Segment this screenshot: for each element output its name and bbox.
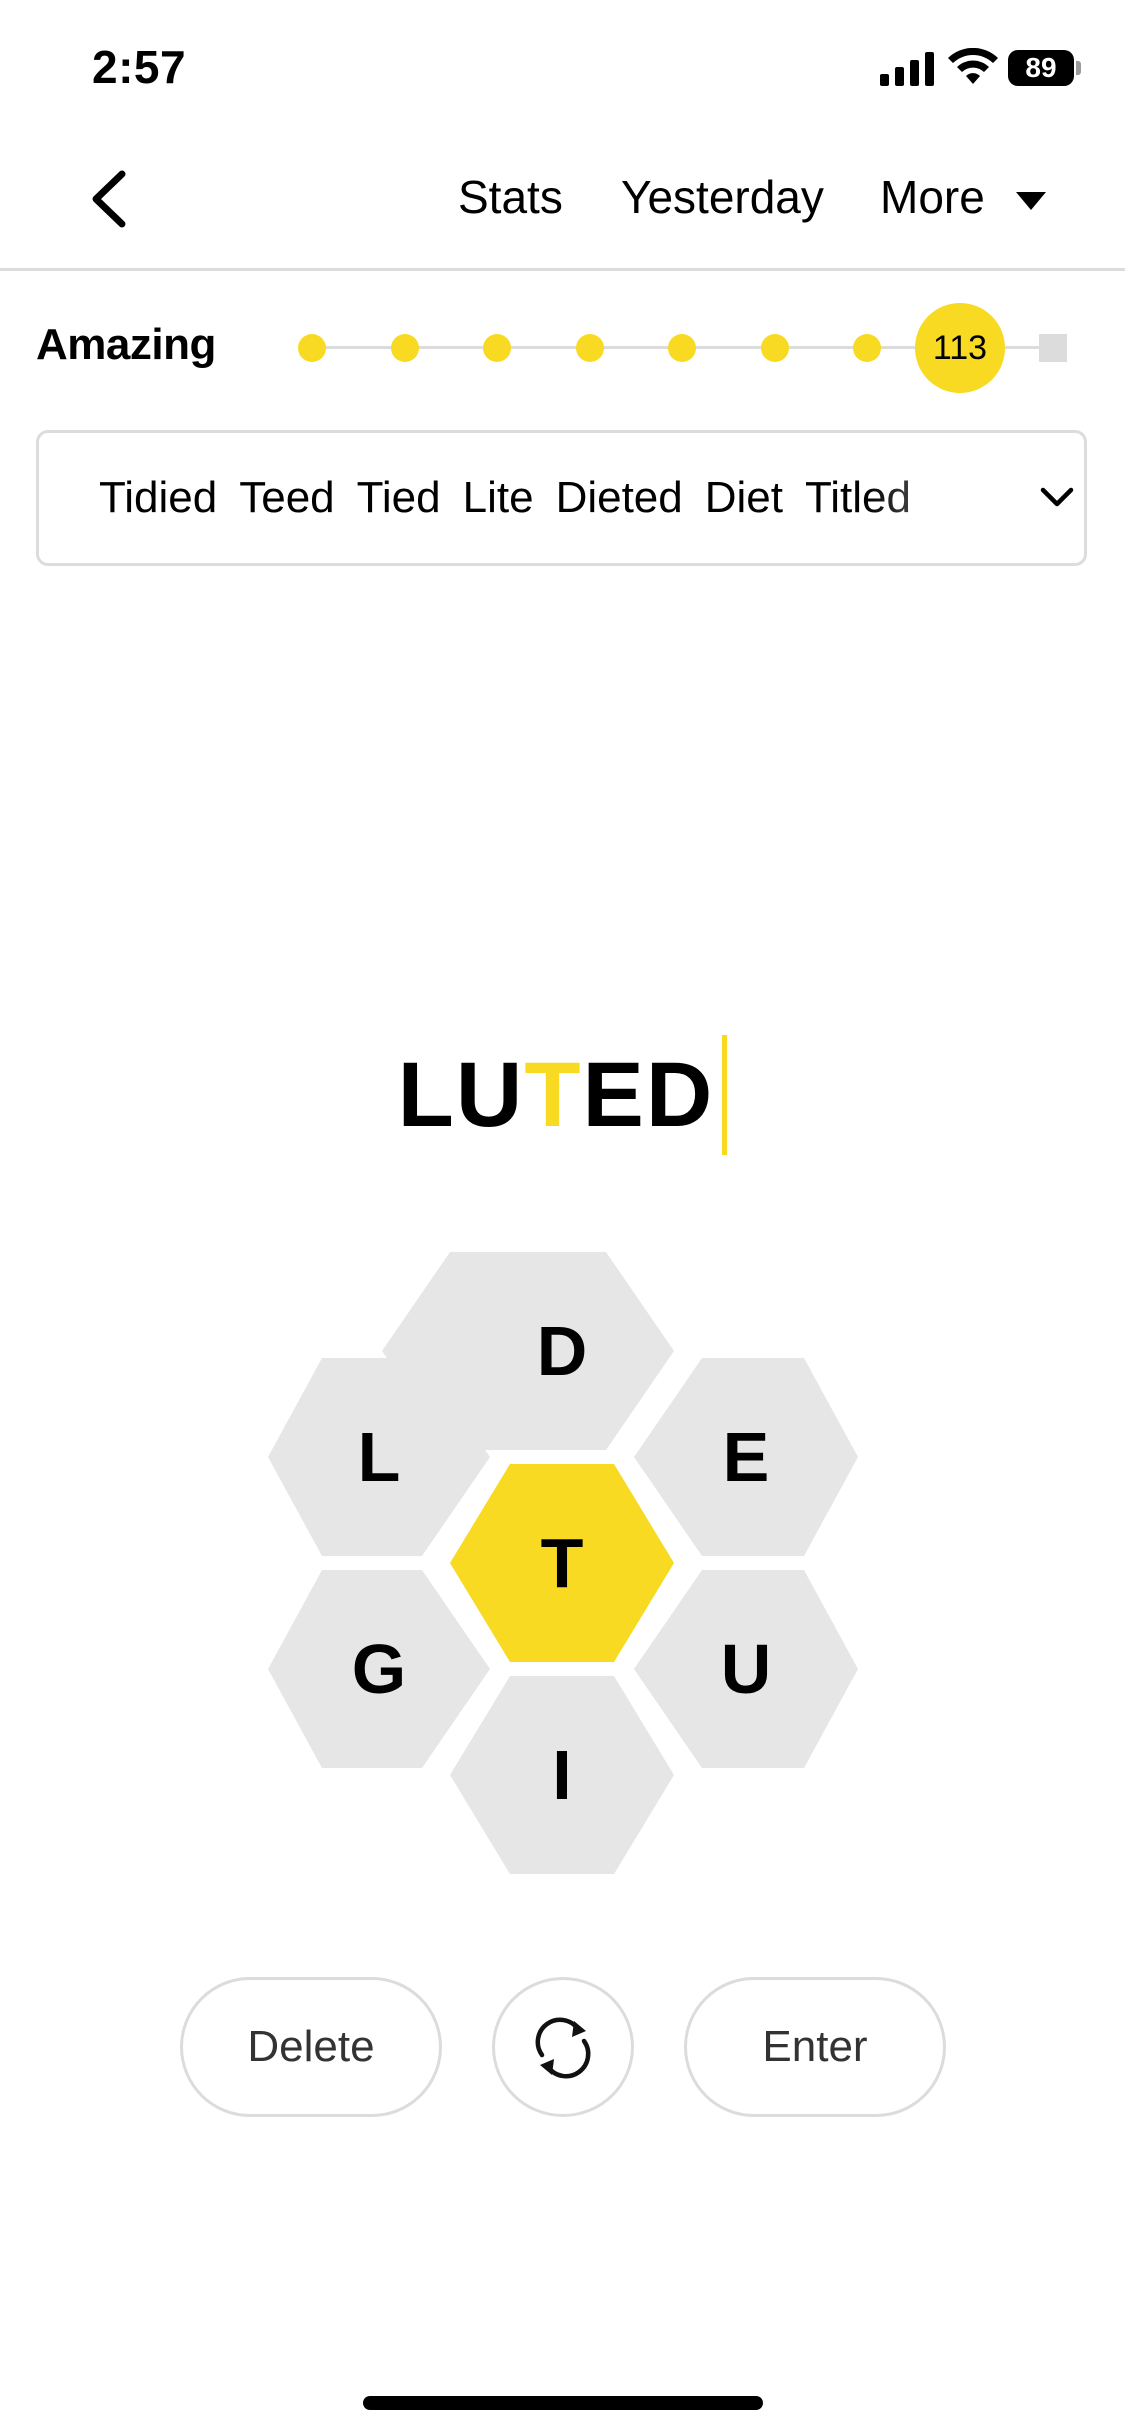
hive-letter-center: T [541, 1524, 584, 1602]
shuffle-button[interactable] [492, 1977, 634, 2117]
current-word: LUTED [0, 1035, 1125, 1155]
progress-dot [575, 334, 604, 362]
rank-label[interactable]: Amazing [36, 320, 216, 370]
genius-marker [1039, 334, 1067, 362]
stats-link[interactable]: Stats [458, 170, 563, 224]
hive-letter-lower-left: G [352, 1630, 406, 1708]
found-word: Diet [704, 473, 783, 522]
battery-tip [1076, 61, 1081, 75]
hive-letter-lower-right: U [721, 1630, 772, 1708]
progress-dot [668, 334, 696, 362]
progress-dot [483, 334, 511, 362]
yesterday-link[interactable]: Yesterday [621, 170, 824, 224]
wifi-icon [948, 48, 998, 84]
hive-letter-bottom: I [552, 1736, 571, 1814]
enter-button[interactable]: Enter [684, 1977, 946, 2117]
battery-level: 89 [1008, 50, 1074, 86]
found-word: Teed [239, 473, 335, 522]
battery-indicator: 89 [1008, 50, 1081, 86]
found-word: Tidied [99, 473, 218, 522]
hive-cell-bottom[interactable]: I [450, 1676, 674, 1874]
progress-dot [298, 334, 326, 362]
cellular-signal-icon [880, 52, 934, 86]
found-word: Titled [805, 473, 911, 522]
hive-letter-upper-left: L [358, 1418, 401, 1496]
more-menu-button[interactable]: More [880, 170, 985, 224]
status-time: 2:57 [92, 41, 187, 93]
found-words-box[interactable]: Tidied Teed Tied Lite Dieted Diet Titled [36, 430, 1087, 566]
current-word-suffix: ED [582, 1044, 715, 1146]
found-word: Dieted [555, 473, 683, 522]
progress-dot [853, 334, 881, 362]
text-cursor [722, 1035, 728, 1155]
progress-dot [390, 334, 419, 362]
home-indicator[interactable] [363, 2396, 763, 2410]
progress-dot [760, 334, 789, 362]
back-chevron-icon[interactable] [78, 164, 148, 234]
hive-cell-center[interactable]: T [450, 1464, 674, 1662]
hive-letter-top: D [537, 1312, 588, 1390]
current-word-prefix: LU [397, 1044, 525, 1146]
score-bubble: 113 [915, 303, 1005, 393]
hive-cell-lower-right[interactable]: U [634, 1570, 858, 1768]
shuffle-icon [535, 2017, 591, 2079]
status-bar: 2:57 89 [0, 0, 1125, 140]
current-word-center-letter: T [524, 1044, 583, 1146]
hive-cell-upper-right[interactable]: E [634, 1358, 858, 1556]
caret-down-icon[interactable] [1016, 192, 1046, 210]
found-words-list: Tidied Teed Tied Lite Dieted Diet Titled [99, 433, 989, 563]
chevron-down-icon[interactable] [1039, 485, 1075, 509]
delete-button[interactable]: Delete [180, 1977, 442, 2117]
hive-cell-lower-left[interactable]: G [268, 1570, 490, 1768]
found-word: Lite [462, 473, 534, 522]
hive-letter-upper-right: E [723, 1418, 770, 1496]
found-word: Tied [356, 473, 441, 522]
nav-bar: Stats Yesterday More [0, 140, 1125, 271]
